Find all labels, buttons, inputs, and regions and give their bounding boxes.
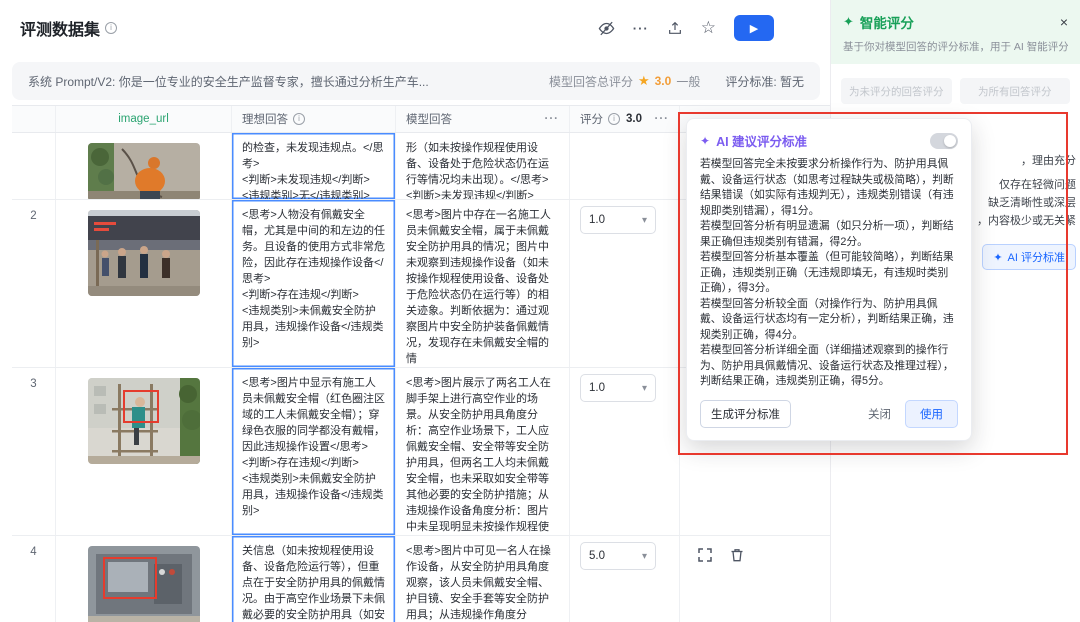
- smart-scoring-title: 智能评分: [860, 12, 914, 32]
- smart-scoring-header: ✦ 智能评分 × 基于你对模型回答的评分标准，用于 AI 智能评分。使用手册: [831, 0, 1080, 64]
- row-index: [12, 133, 56, 199]
- thumbnail-image: [88, 546, 200, 622]
- toggle-knob: [944, 135, 956, 147]
- row-index: 2: [12, 200, 56, 367]
- dialog-title: AI 建议评分标准: [716, 131, 807, 150]
- chevron-down-icon: ▾: [642, 215, 647, 226]
- total-score-area: 模型回答总评分 ★ 3.0 一般 评分标准: 暂无: [549, 73, 804, 90]
- ideal-answer-cell[interactable]: <思考>人物没有佩戴安全帽，尤其是中间的和左边的任务。且设备的使用方式非常危险，…: [232, 200, 396, 367]
- score-cell: [570, 133, 680, 199]
- chevron-down-icon: ▾: [642, 383, 647, 394]
- score-info-icon[interactable]: i: [608, 113, 620, 125]
- page-title: 评测数据集: [20, 16, 100, 40]
- row-index: 4: [12, 536, 56, 622]
- criteria-paragraph: 若模型回答分析有明显遗漏（如只分析一项），判断结果正确但违规类别有错漏，得2分。: [700, 219, 958, 250]
- generate-criteria-button[interactable]: 生成评分标准: [700, 400, 791, 428]
- star-icon[interactable]: ☆: [701, 18, 716, 38]
- table-row: 4 关信息（如未按规程使用设备、设备危险运行等），但重点在于安全防护用具的佩戴情…: [12, 536, 830, 622]
- row-image-cell[interactable]: [56, 133, 232, 199]
- criteria-fragment: 仅存在轻微问题: [999, 177, 1076, 193]
- ai-criteria-dialog: ✦ AI 建议评分标准 若模型回答完全未按要求分析操作行为、防护用具佩戴、设备运…: [686, 118, 972, 441]
- row-index: 3: [12, 368, 56, 535]
- header-index: [12, 106, 56, 132]
- system-prompt-text: 系统 Prompt/V2: 你是一位专业的安全生产监督专家，擅长通过分析生产车.…: [28, 73, 429, 90]
- criteria-toggle[interactable]: [930, 133, 958, 149]
- row-image-cell[interactable]: [56, 536, 232, 622]
- score-cell: 1.0 ▾: [570, 200, 680, 367]
- criteria-paragraph: 若模型回答完全未按要求分析操作行为、防护用具佩戴、设备运行状态（如思考过程缺失或…: [700, 157, 958, 219]
- close-icon[interactable]: ×: [1060, 15, 1068, 29]
- score-select[interactable]: 1.0 ▾: [580, 206, 656, 234]
- score-all-button[interactable]: 为所有回答评分: [960, 78, 1071, 104]
- score-cell: 1.0 ▾: [570, 368, 680, 535]
- more-icon[interactable]: ···: [633, 21, 649, 36]
- use-button[interactable]: 使用: [905, 400, 958, 428]
- upload-icon[interactable]: [667, 20, 683, 36]
- thumbnail-image: [88, 143, 200, 199]
- toolbar: ··· ☆ ▶: [598, 15, 830, 41]
- ideal-answer-cell[interactable]: 的检查，未发现违规点。</思考> <判断>未发现违规</判断> <违规类别>无<…: [232, 133, 396, 199]
- thumbnail-image: [88, 378, 200, 464]
- expand-icon[interactable]: [698, 548, 712, 562]
- criteria-paragraph: 若模型回答分析基本覆盖（但可能较简略），判断结果正确，违规类别正确（无违规即填无…: [700, 250, 958, 297]
- dialog-close-button[interactable]: 关闭: [860, 401, 899, 427]
- sparkle-icon: ✦: [993, 251, 1002, 264]
- row-image-cell[interactable]: [56, 368, 232, 535]
- header-image-url[interactable]: image_url: [56, 106, 232, 132]
- top-bar: 评测数据集 i ··· ☆ ▶: [0, 0, 830, 56]
- criteria-text: 若模型回答完全未按要求分析操作行为、防护用具佩戴、设备运行状态（如思考过程缺失或…: [700, 157, 958, 390]
- criteria-fragment: ，内容极少或无关紧: [977, 213, 1076, 229]
- app-window: 评测数据集 i ··· ☆ ▶ 系统 Prompt/V2: 你是一位专业的安全生…: [0, 0, 1080, 622]
- model-answer-cell[interactable]: <思考>图片中可见一名人在操作设备，从安全防护用具角度观察，该人员未佩戴安全帽、…: [396, 536, 570, 622]
- ideal-answer-cell[interactable]: <思考>图片中显示有施工人员未佩戴安全帽（红色圈注区域的工人未佩戴安全帽）；穿绿…: [232, 368, 396, 535]
- model-column-menu-icon[interactable]: ···: [545, 113, 560, 125]
- eye-off-icon[interactable]: [598, 20, 615, 37]
- run-button[interactable]: ▶: [734, 15, 774, 41]
- header-model-answer[interactable]: 模型回答 ···: [396, 106, 570, 132]
- score-select[interactable]: 5.0 ▾: [580, 542, 656, 570]
- ai-criteria-button[interactable]: ✦ AI 评分标准: [982, 244, 1076, 270]
- system-prompt-bar: 系统 Prompt/V2: 你是一位专业的安全生产监督专家，擅长通过分析生产车.…: [12, 62, 820, 100]
- row-image-cell[interactable]: [56, 200, 232, 367]
- star-rating-icon: ★: [638, 73, 650, 89]
- title-info-icon[interactable]: i: [105, 22, 117, 34]
- score-cell: 5.0 ▾: [570, 536, 680, 622]
- chevron-down-icon: ▾: [642, 551, 647, 562]
- model-answer-cell[interactable]: <思考>图片中存在一名施工人员未佩戴安全帽，属于未佩戴安全防护用具的情况；图片中…: [396, 200, 570, 367]
- total-score-label: 模型回答总评分: [549, 73, 633, 90]
- header-score[interactable]: 评分 i 3.0 ···: [570, 106, 680, 132]
- sparkle-icon: ✦: [700, 134, 710, 148]
- criteria-paragraph: 若模型回答分析较全面（对操作行为、防护用具佩戴、设备运行状态均有一定分析），判断…: [700, 297, 958, 344]
- criteria-paragraph: 若模型回答分析详细全面（详细描述观察到的操作行为、防护用具佩戴情况、设备运行状态…: [700, 343, 958, 390]
- thumbnail-image: [88, 210, 200, 296]
- smart-scoring-description: 基于你对模型回答的评分标准，用于 AI 智能评分。使用手册: [843, 39, 1068, 54]
- average-score: 3.0: [626, 113, 642, 125]
- criteria-fragment: ，理由充分: [1021, 153, 1076, 169]
- ideal-info-icon[interactable]: i: [293, 113, 305, 125]
- criteria-status: 评分标准: 暂无: [725, 73, 804, 90]
- total-score-value: 3.0: [655, 74, 672, 88]
- trash-icon[interactable]: [730, 548, 744, 562]
- criteria-fragment: 缺乏清晰性或深层: [988, 195, 1076, 211]
- model-answer-cell[interactable]: <思考>图片展示了两名工人在脚手架上进行高空作业的场景。从安全防护用具角度分析：…: [396, 368, 570, 535]
- sparkle-icon: ✦: [843, 14, 854, 30]
- score-select[interactable]: 1.0 ▾: [580, 374, 656, 402]
- model-answer-cell[interactable]: 形（如未按操作规程使用设备、设备处于危险状态仍在运行等情况均未出现）。</思考>…: [396, 133, 570, 199]
- score-column-menu-icon[interactable]: ···: [655, 113, 670, 125]
- score-unscored-button[interactable]: 为未评分的回答评分: [841, 78, 952, 104]
- header-ideal-answer[interactable]: 理想回答 i: [232, 106, 396, 132]
- ideal-answer-cell[interactable]: 关信息（如未按规程使用设备、设备危险运行等），但重点在于安全防护用具的佩戴情况。…: [232, 536, 396, 622]
- row-actions-cell: [680, 536, 830, 622]
- total-score-level: 一般: [676, 73, 700, 90]
